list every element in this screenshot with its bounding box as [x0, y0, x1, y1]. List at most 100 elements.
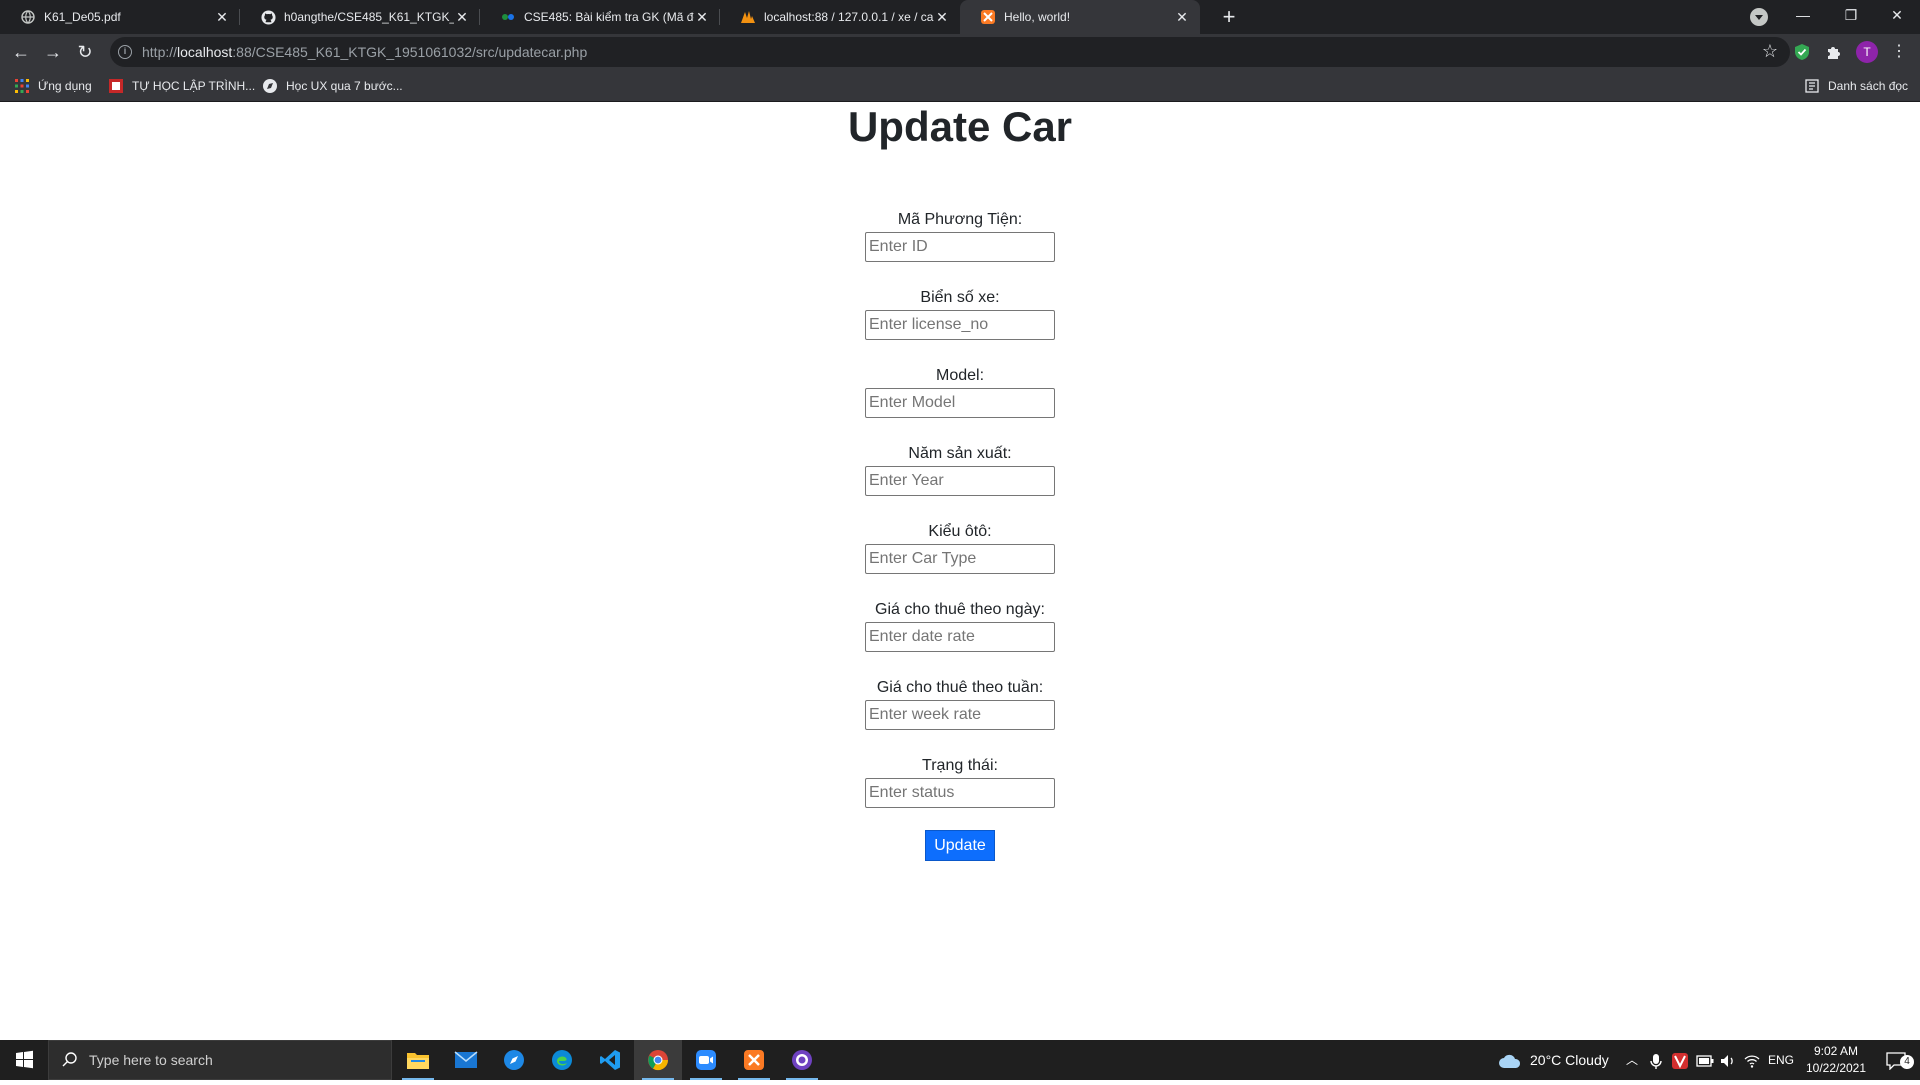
back-arrow-icon[interactable]: ← — [8, 39, 34, 65]
info-icon[interactable]: i — [118, 45, 132, 59]
clock-time: 9:02 AM — [1813, 1044, 1859, 1058]
tab-title: localhost:88 / 127.0.0.1 / xe / car — [764, 10, 934, 24]
bookmark-tu-hoc-lap-trinh[interactable]: TỰ HỌC LẬP TRÌNH... — [108, 77, 255, 95]
field-year: Năm sản xuất: — [860, 442, 1060, 496]
close-icon[interactable]: ✕ — [1174, 9, 1190, 25]
field-date-rate: Giá cho thuê theo ngày: — [860, 598, 1060, 652]
bookmark-label: Học UX qua 7 bước... — [286, 79, 403, 93]
close-icon[interactable]: ✕ — [454, 9, 470, 25]
license-no-input[interactable] — [865, 310, 1055, 340]
microphone-icon[interactable] — [1650, 1040, 1662, 1080]
wifi-icon[interactable] — [1744, 1040, 1760, 1080]
bookmark-label: TỰ HỌC LẬP TRÌNH... — [132, 79, 256, 93]
week-rate-input[interactable] — [865, 700, 1055, 730]
field-week-rate: Giá cho thuê theo tuần: — [860, 676, 1060, 730]
restore-button[interactable]: ❐ — [1828, 0, 1874, 30]
date-rate-input[interactable] — [865, 622, 1055, 652]
safari-icon[interactable] — [490, 1040, 538, 1080]
year-input[interactable] — [865, 466, 1055, 496]
file-explorer-icon[interactable] — [394, 1040, 442, 1080]
vscode-icon[interactable] — [586, 1040, 634, 1080]
language-indicator[interactable]: ENG — [1768, 1040, 1794, 1080]
globe-icon — [262, 78, 278, 94]
field-label: Kiểu ôtô: — [928, 523, 992, 540]
bookmark-favicon-icon — [108, 78, 124, 94]
reading-list-label: Danh sách đọc — [1828, 79, 1909, 93]
field-license-no: Biển số xe: — [860, 286, 1060, 340]
notification-count-badge: 4 — [1900, 1055, 1914, 1069]
close-icon[interactable]: ✕ — [694, 9, 710, 25]
phpmyadmin-icon — [740, 9, 756, 25]
github-desktop-icon[interactable] — [778, 1040, 826, 1080]
apps-grid-icon — [14, 78, 30, 94]
car-type-input[interactable] — [865, 544, 1055, 574]
globe-icon — [20, 9, 36, 25]
tab-k61-pdf[interactable]: K61_De05.pdf ✕ — [0, 0, 240, 34]
forward-arrow-icon[interactable]: → — [40, 39, 66, 65]
minimize-button[interactable]: — — [1780, 0, 1826, 30]
reload-icon[interactable]: ↻ — [72, 39, 98, 65]
chevron-up-icon[interactable]: ︿ — [1626, 1040, 1638, 1080]
profile-avatar[interactable]: T — [1856, 41, 1878, 63]
bookmark-apps[interactable]: Ứng dụng — [14, 77, 92, 95]
menu-kebab-icon[interactable]: ⋮ — [1886, 39, 1912, 65]
bookmark-hoc-ux[interactable]: Học UX qua 7 bước... — [262, 77, 403, 95]
field-label: Giá cho thuê theo tuần: — [876, 679, 1044, 696]
clock[interactable]: 9:02 AM 10/22/2021 — [1800, 1043, 1872, 1077]
tab-phpmyadmin[interactable]: localhost:88 / 127.0.0.1 / xe / car ✕ — [720, 0, 960, 34]
bookmark-label: Ứng dụng — [38, 79, 92, 93]
battery-icon[interactable] — [1696, 1040, 1714, 1080]
field-car-type: Kiểu ôtô: — [860, 520, 1060, 574]
dots-icon — [500, 9, 516, 25]
weather-text[interactable]: 20°C Cloudy — [1530, 1040, 1609, 1080]
window-close-button[interactable]: ✕ — [1874, 0, 1920, 30]
close-icon[interactable]: ✕ — [214, 9, 230, 25]
shield-extension-icon[interactable] — [1792, 42, 1812, 62]
search-placeholder: Type here to search — [89, 1052, 213, 1068]
close-icon[interactable]: ✕ — [934, 9, 950, 25]
weather-cloud-icon[interactable] — [1498, 1040, 1522, 1080]
taskbar-search-box[interactable]: Type here to search — [48, 1040, 392, 1080]
notification-center-button[interactable]: 4 — [1878, 1040, 1914, 1080]
field-label: Model: — [935, 367, 985, 384]
zoom-icon[interactable] — [682, 1040, 730, 1080]
chrome-icon[interactable] — [634, 1040, 682, 1080]
mail-icon[interactable] — [442, 1040, 490, 1080]
tab-search-icon[interactable] — [1750, 8, 1768, 26]
tab-cse485-exam[interactable]: CSE485: Bài kiểm tra GK (Mã đề 5 ✕ — [480, 0, 720, 34]
update-button[interactable]: Update — [925, 830, 995, 861]
status-input[interactable] — [865, 778, 1055, 808]
github-icon — [260, 9, 276, 25]
new-tab-button[interactable]: + — [1216, 4, 1242, 30]
address-bar[interactable]: i http://localhost:88/CSE485_K61_KTGK_19… — [110, 37, 1790, 67]
windows-start-icon[interactable] — [0, 1040, 48, 1080]
bookmark-star-icon[interactable]: ☆ — [1762, 41, 1778, 62]
field-id: Mã Phương Tiện: — [860, 208, 1060, 262]
field-label: Biển số xe: — [920, 289, 1000, 306]
tab-title: K61_De05.pdf — [44, 10, 121, 24]
windows-taskbar: Type here to search 20°C Cloudy ︿ ENG 9:… — [0, 1040, 1920, 1080]
field-label: Mã Phương Tiện: — [897, 211, 1023, 228]
search-icon — [61, 1051, 79, 1069]
clock-date: 10/22/2021 — [1805, 1061, 1867, 1075]
tab-title: Hello, world! — [1004, 10, 1071, 24]
xampp-icon[interactable] — [730, 1040, 778, 1080]
model-input[interactable] — [865, 388, 1055, 418]
extensions-puzzle-icon[interactable] — [1824, 42, 1844, 62]
browser-tab-strip: K61_De05.pdf ✕ h0angthe/CSE485_K61_KTGK_… — [0, 0, 1920, 34]
url-text[interactable]: http://localhost:88/CSE485_K61_KTGK_1951… — [142, 44, 587, 60]
tab-hello-world[interactable]: Hello, world! ✕ — [960, 0, 1200, 34]
vivaldi-icon[interactable] — [1672, 1040, 1688, 1080]
field-label: Giá cho thuê theo ngày: — [875, 601, 1045, 618]
page-title: Update Car — [847, 103, 1073, 150]
reading-list-button[interactable]: Danh sách đọc — [1804, 77, 1908, 95]
field-model: Model: — [860, 364, 1060, 418]
browser-toolbar: ← → ↻ i http://localhost:88/CSE485_K61_K… — [0, 34, 1920, 70]
edge-icon[interactable] — [538, 1040, 586, 1080]
tab-github[interactable]: h0angthe/CSE485_K61_KTGK_19 ✕ — [240, 0, 480, 34]
field-label: Năm sản xuất: — [908, 445, 1012, 462]
id-input[interactable] — [865, 232, 1055, 262]
tab-title: h0angthe/CSE485_K61_KTGK_19 — [284, 10, 454, 24]
volume-icon[interactable] — [1720, 1040, 1736, 1080]
tab-title: CSE485: Bài kiểm tra GK (Mã đề 5 — [524, 10, 694, 24]
